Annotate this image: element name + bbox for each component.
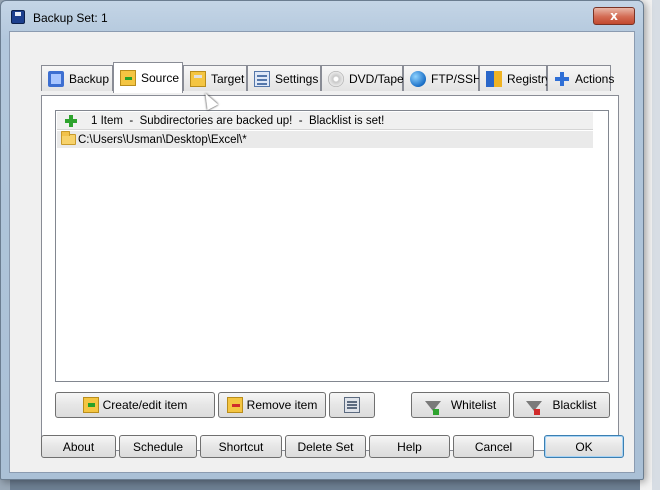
source-list-header: 1 Item - Subdirectories are backed up! -… <box>57 112 593 130</box>
settings-icon <box>254 70 270 87</box>
remove-item-label: Remove item <box>246 398 318 412</box>
close-button[interactable]: x <box>593 7 635 25</box>
cancel-button[interactable]: Cancel <box>453 435 534 458</box>
ok-label: OK <box>575 439 593 454</box>
tab-target[interactable]: Target <box>183 65 247 91</box>
tab-registry-label: Registry <box>507 71 552 86</box>
registry-icon <box>486 70 502 87</box>
shortcut-label: Shortcut <box>218 439 264 454</box>
schedule-button[interactable]: Schedule <box>119 435 197 458</box>
tab-backup-label: Backup <box>69 71 110 86</box>
add-green-plus-icon <box>65 114 77 127</box>
tab-source-label: Source <box>141 71 180 85</box>
tab-source[interactable]: Source <box>113 62 183 93</box>
window-title: Backup Set: 1 <box>33 11 108 25</box>
target-folder-icon <box>190 70 206 87</box>
help-label: Help <box>397 439 422 454</box>
tab-dvd-tape-label: DVD/Tape <box>349 71 404 86</box>
tab-actions[interactable]: Actions <box>547 65 615 91</box>
whitelist-button[interactable]: Whitelist <box>411 392 510 418</box>
desktop-strip <box>652 0 660 490</box>
source-list-summary: 1 Item - Subdirectories are backed up! -… <box>91 114 385 127</box>
tab-settings[interactable]: Settings <box>247 65 321 91</box>
list-item[interactable]: C:\Users\Usman\Desktop\Excel\* <box>57 131 593 148</box>
source-tab-panel: 1 Item - Subdirectories are backed up! -… <box>41 95 619 451</box>
tab-actions-label: Actions <box>575 71 615 86</box>
backup-set-window: Backup Set: 1 x Backup Source Target Set… <box>0 0 644 480</box>
dvd-icon <box>328 70 344 87</box>
plus-icon <box>554 71 570 87</box>
create-edit-item-label: Create/edit item <box>102 398 188 412</box>
calculator-icon <box>344 397 360 413</box>
folder-icon <box>61 131 76 145</box>
tab-target-label: Target <box>211 71 245 86</box>
help-button[interactable]: Help <box>369 435 450 458</box>
shortcut-button[interactable]: Shortcut <box>200 435 282 458</box>
create-folder-icon <box>82 397 99 413</box>
tab-ftp-ssh-label: FTP/SSH <box>431 71 482 86</box>
remove-folder-icon <box>226 397 243 413</box>
source-folder-icon <box>120 70 136 86</box>
tab-ftp-ssh[interactable]: FTP/SSH <box>403 65 482 91</box>
calculate-size-button[interactable] <box>329 392 375 418</box>
globe-icon <box>410 70 426 87</box>
tab-settings-label: Settings <box>275 71 319 86</box>
blacklist-funnel-icon <box>526 401 543 415</box>
schedule-label: Schedule <box>132 439 184 454</box>
backup-icon <box>48 70 64 87</box>
whitelist-funnel-icon <box>424 401 441 415</box>
create-edit-item-button[interactable]: Create/edit item <box>55 392 215 418</box>
about-button[interactable]: About <box>41 435 116 458</box>
cancel-label: Cancel <box>474 439 513 454</box>
list-item-path: C:\Users\Usman\Desktop\Excel\* <box>78 133 247 146</box>
source-list[interactable]: 1 Item - Subdirectories are backed up! -… <box>55 110 609 382</box>
blacklist-button[interactable]: Blacklist <box>513 392 610 418</box>
blacklist-label: Blacklist <box>552 398 597 412</box>
about-label: About <box>62 439 95 454</box>
dialog-client-area: Backup Source Target Settings DVD/Tape F… <box>9 31 635 473</box>
tab-backup[interactable]: Backup <box>41 65 113 91</box>
delete-set-label: Delete Set <box>297 439 354 454</box>
tab-dvd-tape[interactable]: DVD/Tape <box>321 65 404 91</box>
whitelist-label: Whitelist <box>450 398 497 412</box>
remove-item-button[interactable]: Remove item <box>218 392 326 418</box>
title-bar[interactable]: Backup Set: 1 x <box>1 1 643 33</box>
ok-button[interactable]: OK <box>544 435 624 458</box>
tab-registry[interactable]: Registry <box>479 65 551 91</box>
floppy-disk-icon <box>11 10 25 24</box>
delete-set-button[interactable]: Delete Set <box>285 435 366 458</box>
